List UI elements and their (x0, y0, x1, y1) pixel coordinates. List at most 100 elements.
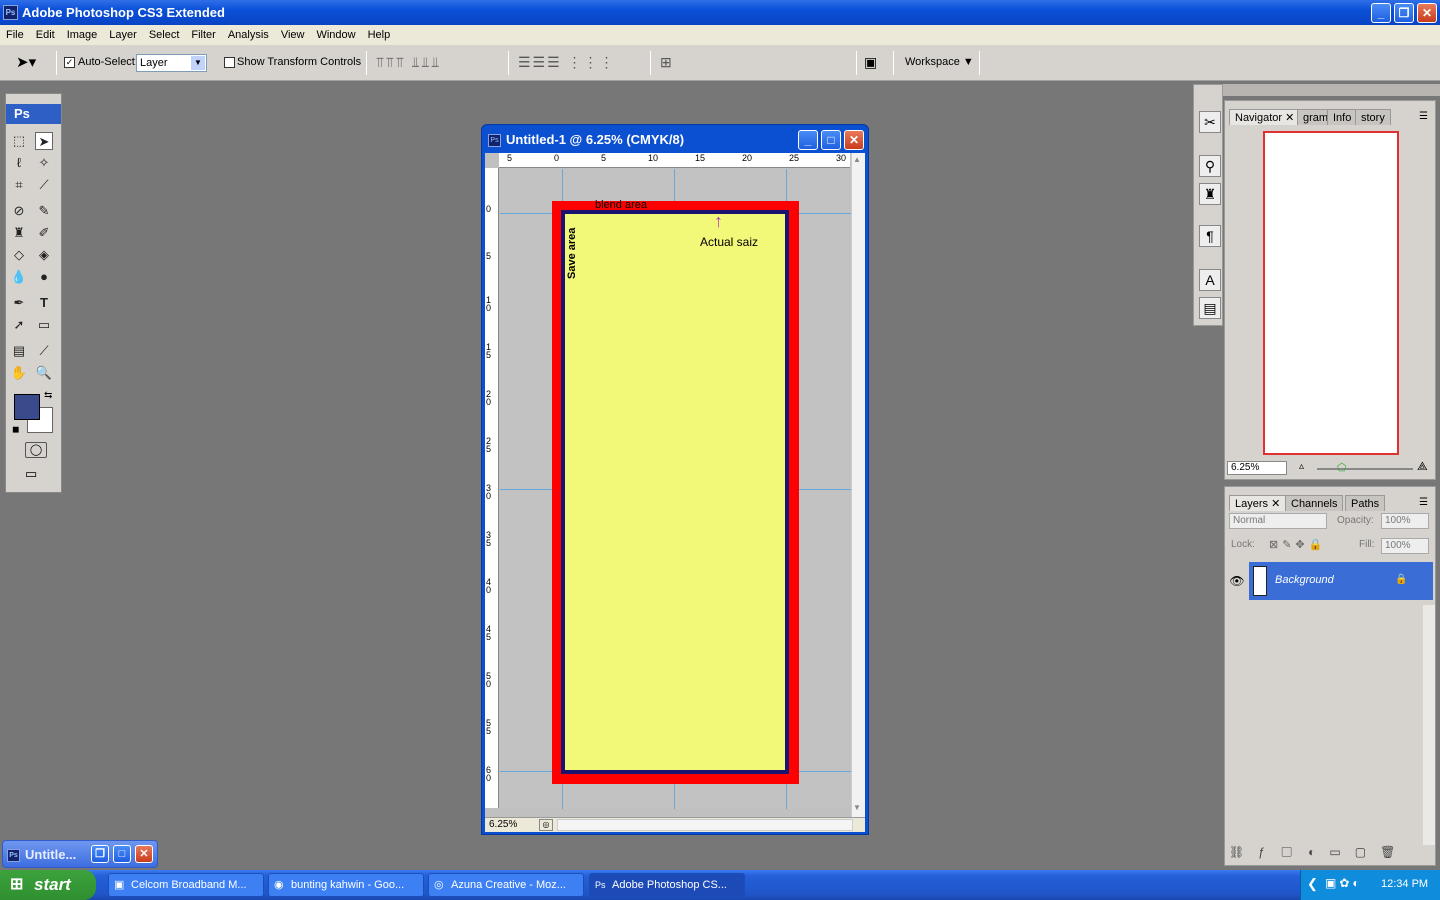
marquee-tool-icon[interactable]: ⬚ (10, 132, 28, 150)
tray-back-icon[interactable]: ❮ (1307, 876, 1318, 892)
brush-tool-icon[interactable]: ✎ (35, 202, 53, 220)
shape-tool-icon[interactable]: ▭ (35, 316, 53, 334)
tab-paths[interactable]: Paths (1345, 495, 1386, 511)
swap-colors-icon[interactable]: ⇆ (44, 390, 52, 401)
menu-view[interactable]: View (275, 29, 311, 41)
maximize-doc-button[interactable]: □ (113, 845, 131, 863)
blur-tool-icon[interactable]: 💧 (10, 268, 28, 286)
scroll-down-icon[interactable]: ▼ (853, 803, 861, 812)
restore-button[interactable]: ❐ (1394, 3, 1414, 23)
scroll-up-icon[interactable]: ▲ (853, 155, 861, 164)
menu-analysis[interactable]: Analysis (222, 29, 275, 41)
slice-tool-icon[interactable]: ⟋ (35, 176, 53, 194)
minimize-button[interactable]: _ (1371, 3, 1391, 23)
path-select-icon[interactable]: ➚ (10, 316, 28, 334)
opacity-field[interactable]: 100% (1381, 513, 1429, 529)
menu-help[interactable]: Help (362, 29, 397, 41)
vertical-scrollbar[interactable]: ▲ ▼ (851, 153, 865, 817)
hand-tool-icon[interactable]: ✋ (10, 364, 28, 382)
clone-stamp-icon[interactable]: ♜ (10, 224, 28, 242)
paint-bucket-icon[interactable]: ◈ (35, 246, 53, 264)
character-icon[interactable]: A (1199, 269, 1221, 291)
panel-menu-icon[interactable]: ☰ (1419, 497, 1428, 508)
lasso-tool-icon[interactable]: ℓ (10, 154, 28, 172)
move-tool-icon[interactable]: ➤ (35, 132, 53, 150)
tab-layers[interactable]: Layers ✕ (1229, 495, 1287, 511)
menu-file[interactable]: File (0, 29, 30, 41)
task-chrome[interactable]: ◉ bunting kahwin - Goo... (268, 873, 424, 897)
navigator-zoom-field[interactable]: 6.25% (1227, 461, 1287, 475)
blend-mode-dropdown[interactable]: Normal (1229, 513, 1327, 529)
history-brush-icon[interactable]: ✐ (35, 224, 53, 242)
eyedropper-icon[interactable]: ⟋ (35, 342, 53, 360)
status-info-icon[interactable]: ◎ (539, 819, 553, 831)
eraser-tool-icon[interactable]: ◇ (10, 246, 28, 264)
minimized-document[interactable]: Ps Untitle... ❐ □ ✕ (2, 840, 158, 868)
task-photoshop[interactable]: Ps Adobe Photoshop CS... (589, 873, 745, 897)
tab-navigator[interactable]: Navigator ✕ (1229, 109, 1301, 125)
menu-edit[interactable]: Edit (30, 29, 61, 41)
default-colors-icon[interactable]: ◼ (12, 424, 19, 435)
healing-brush-icon[interactable]: ⊘ (10, 202, 28, 220)
magic-wand-icon[interactable]: ✧ (35, 154, 53, 172)
paragraph-icon[interactable]: ¶ (1199, 225, 1221, 247)
zoom-level[interactable]: 6.25% (489, 819, 517, 830)
zoom-tool-icon[interactable]: 🔍 (35, 364, 53, 382)
brushes-icon[interactable]: ⚲ (1199, 155, 1221, 177)
tab-info[interactable]: Info (1327, 109, 1358, 125)
close-button[interactable]: ✕ (1417, 3, 1437, 23)
distribute-icons[interactable]: ☰☰☰ ⋮⋮⋮ (518, 54, 616, 71)
panel-menu-icon[interactable]: ☰ (1419, 111, 1428, 122)
tool-presets-icon[interactable]: ✂ (1199, 111, 1221, 133)
canvas-area[interactable]: blend area ↑ Actual saiz Save area (500, 169, 851, 809)
eye-icon[interactable]: 👁 (1225, 562, 1249, 600)
auto-align-icon[interactable]: ⊞ (660, 54, 672, 71)
doc-close-button[interactable]: ✕ (844, 130, 864, 150)
zoom-slider[interactable] (1317, 468, 1413, 470)
menu-window[interactable]: Window (310, 29, 361, 41)
workspace-menu[interactable]: Workspace ▼ (905, 56, 974, 68)
navigator-preview[interactable] (1263, 131, 1399, 455)
zoom-in-icon[interactable]: ⟁ (1417, 459, 1428, 474)
start-button[interactable]: ⊞ start (0, 870, 96, 900)
tray-icons[interactable]: ▣✿◐ (1325, 876, 1363, 890)
restore-doc-button[interactable]: ❐ (91, 845, 109, 863)
menu-image[interactable]: Image (61, 29, 104, 41)
auto-select-checkbox[interactable]: ✓ (64, 56, 75, 68)
align-icons[interactable]: ⫪⫪⫪ ⫫⫫⫫ (376, 54, 441, 71)
bridge-icon[interactable]: ▣ (864, 54, 877, 71)
layers-scrollbar[interactable] (1423, 605, 1435, 845)
move-tool-preset-icon[interactable]: ➤▾ (16, 53, 36, 71)
screen-mode-icon[interactable]: ▭ (25, 466, 47, 482)
task-firefox[interactable]: ◎ Azuna Creative - Moz... (428, 873, 584, 897)
auto-select-dropdown[interactable]: Layer ▼ (136, 54, 207, 72)
menu-layer[interactable]: Layer (103, 29, 143, 41)
close-doc-button[interactable]: ✕ (135, 845, 153, 863)
layer-comps-icon[interactable]: ▤ (1199, 297, 1221, 319)
tab-channels[interactable]: Channels (1285, 495, 1344, 511)
doc-maximize-button[interactable]: □ (821, 130, 841, 150)
lock-icons[interactable]: ⊠✎✥🔒 (1269, 538, 1326, 551)
zoom-slider-thumb[interactable]: ⬠ (1337, 461, 1347, 474)
menu-select[interactable]: Select (143, 29, 186, 41)
ruler-left[interactable]: 0 5 1 0 1 5 2 0 2 5 3 0 3 5 4 0 4 5 5 0 … (485, 168, 499, 808)
quick-mask-icon[interactable]: ◯ (25, 442, 47, 458)
menu-filter[interactable]: Filter (185, 29, 221, 41)
dodge-tool-icon[interactable]: ● (35, 268, 53, 286)
layers-footer-icons[interactable]: ⛓ƒ◻◐▭▢🗑 (1229, 845, 1433, 863)
doc-minimize-button[interactable]: _ (798, 130, 818, 150)
foreground-color-swatch[interactable] (14, 394, 40, 420)
tab-history[interactable]: story (1355, 109, 1391, 125)
ruler-top[interactable]: 5 0 5 10 15 20 25 30 (499, 153, 850, 168)
crop-tool-icon[interactable]: ⌗ (10, 176, 28, 194)
notes-tool-icon[interactable]: ▤ (10, 342, 28, 360)
show-transform-checkbox[interactable] (224, 56, 235, 68)
task-celcom[interactable]: ▣ Celcom Broadband M... (108, 873, 264, 897)
zoom-out-icon[interactable]: ▵ (1299, 461, 1304, 472)
clone-source-icon[interactable]: ♜ (1199, 183, 1221, 205)
fill-field[interactable]: 100% (1381, 538, 1429, 554)
horizontal-scrollbar[interactable] (557, 819, 853, 831)
layer-row[interactable]: 👁 Background 🔒 (1225, 562, 1433, 600)
type-tool-icon[interactable]: T (35, 294, 53, 312)
pen-tool-icon[interactable]: ✒ (10, 294, 28, 312)
